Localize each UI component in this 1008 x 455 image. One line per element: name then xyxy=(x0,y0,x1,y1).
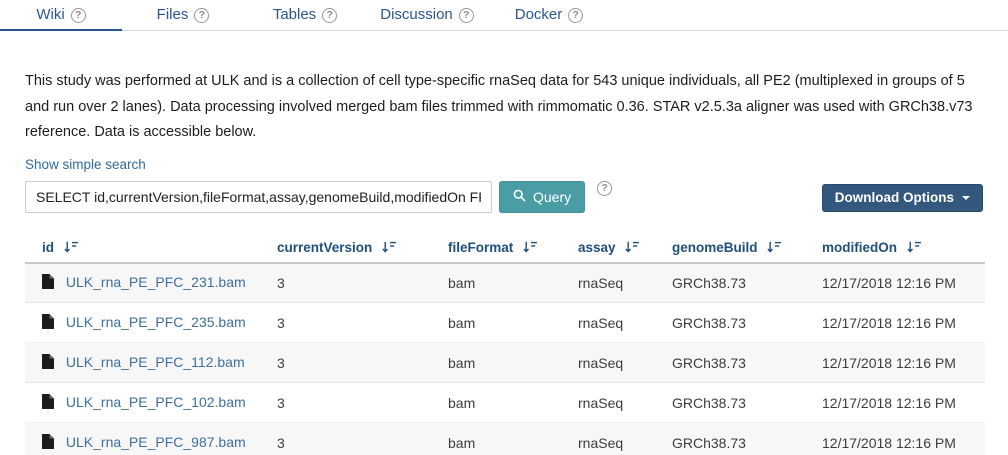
help-icon[interactable]: ? xyxy=(597,181,612,196)
file-link[interactable]: ULK_rna_PE_PFC_231.bam xyxy=(66,274,246,290)
column-header-currentVersion[interactable]: currentVersion xyxy=(277,235,448,263)
tab-label: Docker xyxy=(515,6,563,23)
column-header-label: id xyxy=(42,240,54,255)
column-header-label: assay xyxy=(578,240,616,255)
cell-currentVersion: 3 xyxy=(277,343,448,383)
table-header-row: id currentVersion fileFormat xyxy=(25,235,985,263)
download-options-label: Download Options xyxy=(835,190,954,205)
tab-discussion[interactable]: Discussion? xyxy=(366,0,488,30)
cell-modifiedOn: 12/17/2018 12:16 PM xyxy=(822,383,985,423)
tab-label: Discussion xyxy=(380,6,453,23)
cell-modifiedOn: 12/17/2018 12:16 PM xyxy=(822,423,985,455)
cell-currentVersion: 3 xyxy=(277,423,448,455)
help-icon[interactable]: ? xyxy=(322,8,337,23)
tab-wiki[interactable]: Wiki? xyxy=(0,0,122,30)
table-row: ULK_rna_PE_PFC_231.bam 3 bam rnaSeq GRCh… xyxy=(25,263,985,303)
cell-fileFormat: bam xyxy=(448,263,578,303)
search-icon xyxy=(513,189,526,205)
file-icon xyxy=(42,276,58,292)
sort-icon[interactable] xyxy=(519,241,537,256)
file-link[interactable]: ULK_rna_PE_PFC_112.bam xyxy=(66,354,245,370)
help-icon[interactable]: ? xyxy=(459,8,474,23)
cell-assay: rnaSeq xyxy=(578,263,672,303)
cell-genomeBuild: GRCh38.73 xyxy=(672,383,822,423)
cell-fileFormat: bam xyxy=(448,303,578,343)
study-description: This study was performed at ULK and is a… xyxy=(25,69,983,146)
table-row: ULK_rna_PE_PFC_987.bam 3 bam rnaSeq GRCh… xyxy=(25,423,985,455)
cell-assay: rnaSeq xyxy=(578,303,672,343)
help-icon[interactable]: ? xyxy=(194,8,209,23)
file-icon xyxy=(42,356,58,372)
file-link[interactable]: ULK_rna_PE_PFC_987.bam xyxy=(66,434,246,450)
cell-assay: rnaSeq xyxy=(578,343,672,383)
column-header-label: currentVersion xyxy=(277,240,372,255)
help-icon[interactable]: ? xyxy=(568,8,583,23)
column-header-genomeBuild[interactable]: genomeBuild xyxy=(672,235,822,263)
cell-genomeBuild: GRCh38.73 xyxy=(672,423,822,455)
sort-icon[interactable] xyxy=(764,241,782,256)
cell-currentVersion: 3 xyxy=(277,303,448,343)
sort-icon[interactable] xyxy=(60,241,78,256)
tab-tables[interactable]: Tables? xyxy=(244,0,366,30)
column-header-label: genomeBuild xyxy=(672,240,758,255)
column-header-label: fileFormat xyxy=(448,240,513,255)
cell-fileFormat: bam xyxy=(448,343,578,383)
file-icon xyxy=(42,316,58,332)
file-icon xyxy=(42,396,58,412)
help-icon[interactable]: ? xyxy=(71,8,86,23)
table-row: ULK_rna_PE_PFC_112.bam 3 bam rnaSeq GRCh… xyxy=(25,343,985,383)
tab-docker[interactable]: Docker? xyxy=(488,0,610,30)
query-row: Query ? Download Options xyxy=(25,181,983,213)
cell-currentVersion: 3 xyxy=(277,383,448,423)
cell-assay: rnaSeq xyxy=(578,383,672,423)
chevron-down-icon xyxy=(962,196,970,200)
cell-modifiedOn: 12/17/2018 12:16 PM xyxy=(822,343,985,383)
column-header-assay[interactable]: assay xyxy=(578,235,672,263)
file-link[interactable]: ULK_rna_PE_PFC_235.bam xyxy=(66,314,246,330)
cell-genomeBuild: GRCh38.73 xyxy=(672,263,822,303)
column-header-label: modifiedOn xyxy=(822,240,897,255)
query-button[interactable]: Query xyxy=(499,181,585,213)
sort-icon[interactable] xyxy=(378,241,396,256)
file-icon xyxy=(42,436,58,452)
download-options-button[interactable]: Download Options xyxy=(822,184,983,212)
column-header-fileFormat[interactable]: fileFormat xyxy=(448,235,578,263)
tab-label: Wiki xyxy=(36,6,64,23)
query-results-table: id currentVersion fileFormat xyxy=(25,235,985,455)
sql-query-input[interactable] xyxy=(25,181,492,213)
show-simple-search-link[interactable]: Show simple search xyxy=(25,157,146,172)
tab-files[interactable]: Files? xyxy=(122,0,244,30)
cell-currentVersion: 3 xyxy=(277,263,448,303)
table-row: ULK_rna_PE_PFC_102.bam 3 bam rnaSeq GRCh… xyxy=(25,383,985,423)
cell-assay: rnaSeq xyxy=(578,423,672,455)
sort-icon[interactable] xyxy=(622,241,640,256)
cell-genomeBuild: GRCh38.73 xyxy=(672,303,822,343)
cell-genomeBuild: GRCh38.73 xyxy=(672,343,822,383)
column-header-modifiedOn[interactable]: modifiedOn xyxy=(822,235,985,263)
tab-label: Tables xyxy=(273,6,316,23)
query-button-label: Query xyxy=(533,189,571,205)
sort-icon[interactable] xyxy=(903,241,921,256)
cell-modifiedOn: 12/17/2018 12:16 PM xyxy=(822,303,985,343)
cell-modifiedOn: 12/17/2018 12:16 PM xyxy=(822,263,985,303)
table-row: ULK_rna_PE_PFC_235.bam 3 bam rnaSeq GRCh… xyxy=(25,303,985,343)
cell-fileFormat: bam xyxy=(448,383,578,423)
tab-bar: Wiki? Files? Tables? Discussion? Docker? xyxy=(0,0,1008,31)
file-link[interactable]: ULK_rna_PE_PFC_102.bam xyxy=(66,394,246,410)
cell-fileFormat: bam xyxy=(448,423,578,455)
query-results-table-wrap: id currentVersion fileFormat xyxy=(25,235,983,455)
tab-label: Files xyxy=(157,6,189,23)
column-header-id[interactable]: id xyxy=(25,235,277,263)
wiki-page: This study was performed at ULK and is a… xyxy=(0,69,1008,455)
